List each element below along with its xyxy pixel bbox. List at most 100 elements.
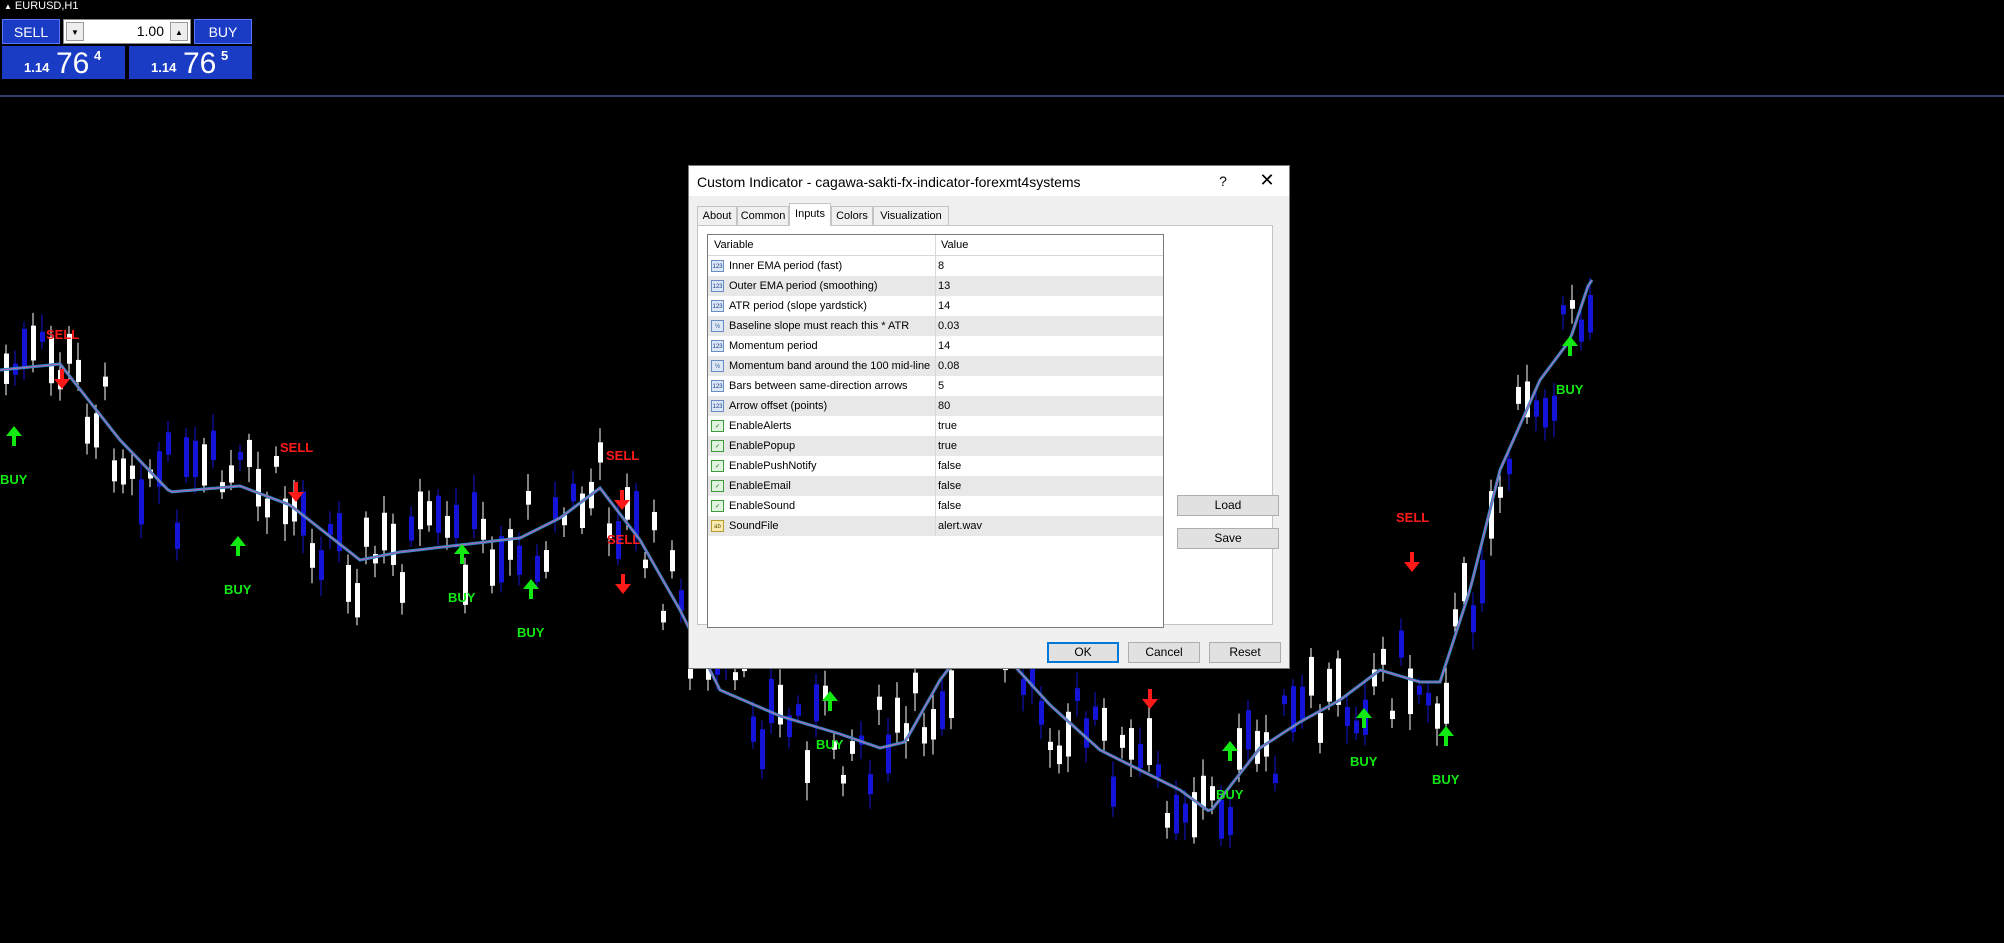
integer-type-icon: 123	[711, 380, 724, 392]
tab-inputs[interactable]: Inputs	[789, 203, 831, 226]
candle	[364, 517, 369, 547]
candle	[508, 529, 513, 560]
cancel-button[interactable]: Cancel	[1128, 642, 1200, 663]
candle	[1354, 720, 1359, 734]
candle	[1039, 700, 1044, 725]
candle	[760, 729, 765, 770]
candle	[1381, 648, 1386, 665]
input-row[interactable]: 123 Outer EMA period (smoothing) 13	[708, 276, 1163, 296]
buy-signal-label: BUY	[1556, 382, 1584, 397]
candle	[355, 583, 360, 618]
tab-common[interactable]: Common	[737, 206, 789, 225]
input-row[interactable]: ✓ EnableEmail false	[708, 476, 1163, 496]
inputs-grid[interactable]: Variable Value 123 Inner EMA period (fast…	[707, 234, 1164, 628]
sell-button[interactable]: SELL	[2, 19, 60, 44]
buy-signal-label: BUY	[816, 737, 844, 752]
lot-size-stepper[interactable]: ▼ 1.00 ▲	[63, 19, 191, 44]
value-column-header[interactable]: Value	[941, 239, 968, 251]
custom-indicator-dialog: Custom Indicator - cagawa-sakti-fx-indic…	[688, 165, 1290, 669]
input-value[interactable]: 5	[938, 380, 944, 392]
ok-button[interactable]: OK	[1047, 642, 1119, 663]
integer-type-icon: 123	[711, 340, 724, 352]
candle	[247, 439, 252, 468]
candle	[1246, 710, 1251, 750]
bid-price[interactable]: 1.14 76 4	[2, 46, 125, 80]
candle	[850, 741, 855, 754]
candle	[490, 549, 495, 586]
candle	[382, 512, 387, 551]
input-variable-name: EnablePushNotify	[729, 460, 817, 472]
candle	[553, 497, 558, 520]
candle	[445, 515, 450, 538]
candle	[922, 727, 927, 744]
candle	[1579, 319, 1584, 342]
candle	[1129, 728, 1134, 760]
candle	[409, 516, 414, 541]
input-value[interactable]: alert.wav	[938, 520, 982, 532]
input-row[interactable]: 123 Inner EMA period (fast) 8	[708, 256, 1163, 276]
grid-header: Variable Value	[708, 235, 1163, 256]
input-variable-name: Baseline slope must reach this * ATR	[729, 320, 910, 332]
input-value[interactable]: true	[938, 440, 957, 452]
candle	[634, 491, 639, 538]
input-value[interactable]: 0.08	[938, 360, 959, 372]
buy-button[interactable]: BUY	[194, 19, 252, 44]
candle	[526, 491, 531, 505]
input-row[interactable]: ab SoundFile alert.wav	[708, 516, 1163, 536]
input-row[interactable]: 123 Bars between same-direction arrows 5	[708, 376, 1163, 396]
input-row[interactable]: ½ Baseline slope must reach this * ATR 0.0…	[708, 316, 1163, 336]
reset-button[interactable]: Reset	[1209, 642, 1281, 663]
input-row[interactable]: 123 Momentum period 14	[708, 336, 1163, 356]
candle	[1588, 295, 1593, 333]
input-row[interactable]: ✓ EnableAlerts true	[708, 416, 1163, 436]
dialog-titlebar[interactable]: Custom Indicator - cagawa-sakti-fx-indic…	[689, 166, 1289, 196]
candle	[1453, 609, 1458, 627]
candle	[598, 442, 603, 463]
double-type-icon: ½	[711, 360, 724, 372]
input-value[interactable]: false	[938, 480, 961, 492]
input-value[interactable]: 8	[938, 260, 944, 272]
input-value[interactable]: true	[938, 420, 957, 432]
candle	[1318, 713, 1323, 743]
ask-price[interactable]: 1.14 76 5	[129, 46, 252, 80]
tab-colors[interactable]: Colors	[831, 206, 873, 225]
load-button[interactable]: Load	[1177, 495, 1279, 516]
buy-signal-label: BUY	[448, 590, 476, 605]
candle	[1552, 395, 1557, 421]
input-value[interactable]: 14	[938, 340, 950, 352]
lot-decrease-icon[interactable]: ▼	[66, 22, 84, 41]
save-button[interactable]: Save	[1177, 528, 1279, 549]
input-value[interactable]: 0.03	[938, 320, 959, 332]
lot-size-value[interactable]: 1.00	[86, 20, 168, 43]
tab-visualization[interactable]: Visualization	[873, 206, 949, 225]
lot-increase-icon[interactable]: ▲	[170, 22, 188, 41]
candle	[166, 432, 171, 455]
input-row[interactable]: 123 Arrow offset (points) 80	[708, 396, 1163, 416]
input-value[interactable]: false	[938, 500, 961, 512]
candle	[1435, 703, 1440, 729]
candle	[1165, 813, 1170, 828]
input-value[interactable]: 14	[938, 300, 950, 312]
candle	[139, 479, 144, 525]
variable-column-header[interactable]: Variable	[714, 239, 754, 251]
candle	[1516, 386, 1521, 404]
integer-type-icon: 123	[711, 300, 724, 312]
candle	[1417, 685, 1422, 695]
input-value[interactable]: 80	[938, 400, 950, 412]
input-value[interactable]: 13	[938, 280, 950, 292]
close-icon[interactable]: ✕	[1255, 169, 1279, 193]
input-row[interactable]: ✓ EnableSound false	[708, 496, 1163, 516]
input-value[interactable]: false	[938, 460, 961, 472]
input-row[interactable]: ✓ EnablePushNotify false	[708, 456, 1163, 476]
input-row[interactable]: ✓ EnablePopup true	[708, 436, 1163, 456]
input-row[interactable]: ½ Momentum band around the 100 mid-line 0.…	[708, 356, 1163, 376]
tab-about[interactable]: About	[697, 206, 737, 225]
help-icon[interactable]: ?	[1213, 170, 1233, 192]
candle	[940, 691, 945, 730]
integer-type-icon: 123	[711, 260, 724, 272]
candle	[1561, 305, 1566, 315]
candle	[1534, 400, 1539, 417]
double-type-icon: ½	[711, 320, 724, 332]
candle	[184, 437, 189, 477]
input-row[interactable]: 123 ATR period (slope yardstick) 14	[708, 296, 1163, 316]
